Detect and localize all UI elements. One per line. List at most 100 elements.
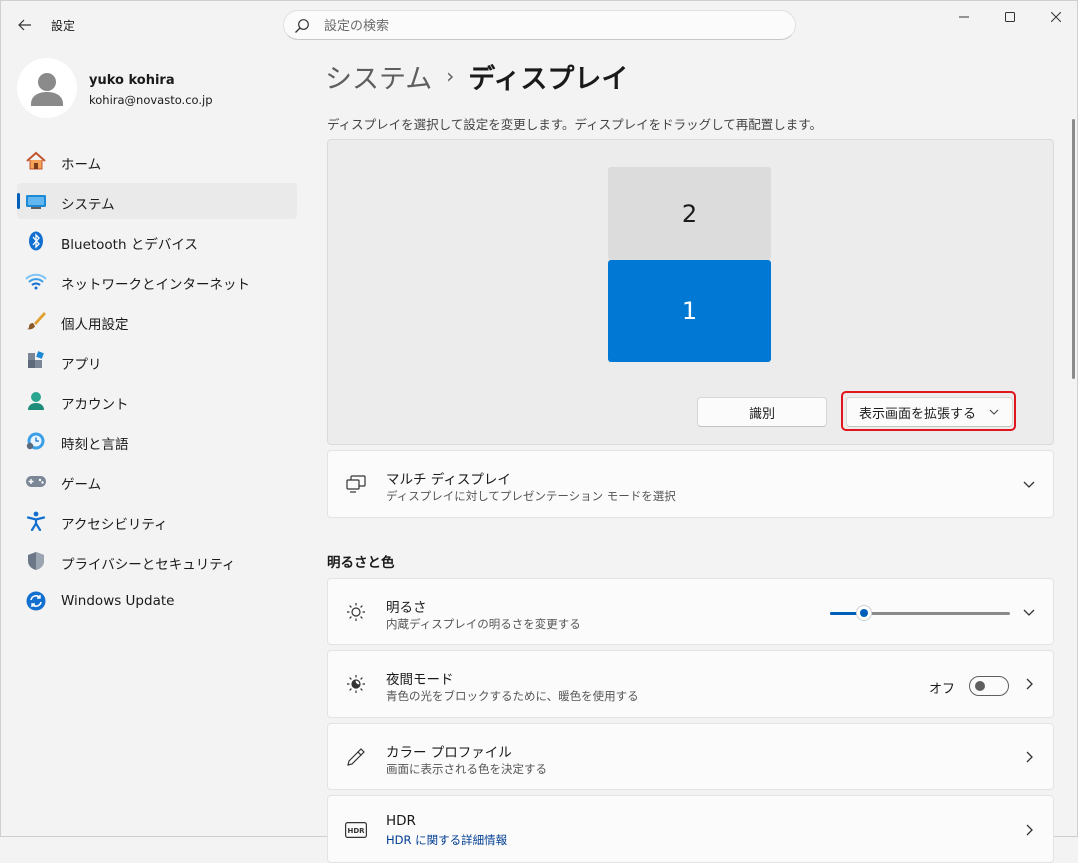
hdr-icon: HDR	[344, 818, 368, 842]
user-name: yuko kohira	[89, 73, 175, 88]
hdr-title: HDR	[386, 813, 416, 829]
wifi-icon	[25, 271, 47, 291]
user-email: kohira@novasto.co.jp	[89, 93, 213, 107]
chevron-right-icon[interactable]	[1021, 676, 1037, 692]
time-language-icon	[25, 431, 47, 451]
night-light-title: 夜間モード	[386, 672, 454, 688]
color-profile-card[interactable]: カラー プロファイル 画面に表示される色を決定する	[327, 723, 1054, 790]
sidebar-item-label: アカウント	[61, 397, 129, 413]
sidebar-item-label: アプリ	[61, 357, 102, 373]
brightness-card[interactable]: 明るさ 内蔵ディスプレイの明るさを変更する	[327, 578, 1054, 645]
system-icon	[25, 191, 47, 211]
multi-display-icon	[344, 472, 368, 496]
search-box[interactable]	[283, 10, 796, 40]
sidebar-item-accounts[interactable]: アカウント	[17, 383, 297, 419]
sidebar-item-label: システム	[61, 197, 115, 213]
sun-icon	[344, 600, 368, 624]
sidebar-item-gaming[interactable]: ゲーム	[17, 463, 297, 499]
sidebar-item-home[interactable]: ホーム	[17, 143, 297, 179]
svg-text:HDR: HDR	[347, 827, 365, 835]
sidebar-item-label: プライバシーとセキュリティ	[61, 557, 236, 573]
color-profile-subtitle: 画面に表示される色を決定する	[386, 762, 547, 776]
maximize-button[interactable]	[987, 1, 1033, 33]
sidebar-item-system[interactable]: システム	[17, 183, 297, 219]
night-light-state: オフ	[928, 682, 955, 697]
sidebar-item-label: 時刻と言語	[61, 437, 129, 453]
chevron-right-icon[interactable]	[1021, 749, 1037, 765]
settings-window: 設定 yuko kohira kohira@novasto.co.jp	[0, 0, 1078, 863]
brightness-title: 明るさ	[386, 600, 427, 616]
shield-icon	[25, 551, 47, 571]
breadcrumb: システム › ディスプレイ	[325, 57, 628, 96]
minimize-icon	[959, 16, 969, 18]
color-profile-title: カラー プロファイル	[386, 745, 512, 761]
sidebar-item-privacy-security[interactable]: プライバシーとセキュリティ	[17, 543, 297, 579]
multi-display-title: マルチ ディスプレイ	[386, 472, 511, 488]
sidebar-item-windows-update[interactable]: Windows Update	[17, 583, 297, 619]
night-light-icon	[344, 672, 368, 696]
display-mode-value: 表示画面を拡張する	[859, 406, 977, 422]
display-arrangement-panel: 2 1 識別 表示画面を拡張する	[327, 139, 1054, 445]
close-button[interactable]	[1033, 1, 1078, 33]
chevron-down-icon[interactable]	[1021, 476, 1037, 492]
back-button[interactable]	[13, 13, 37, 37]
bluetooth-icon	[25, 231, 47, 251]
update-icon	[25, 591, 47, 611]
brightness-subtitle: 内蔵ディスプレイの明るさを変更する	[386, 617, 581, 631]
slider-thumb[interactable]	[856, 605, 872, 621]
night-light-card[interactable]: 夜間モード 青色の光をブロックするために、暖色を使用する オフ	[327, 650, 1054, 718]
search-input[interactable]	[322, 16, 766, 36]
gamepad-icon	[25, 471, 47, 491]
scrollbar[interactable]	[1072, 119, 1075, 379]
accessibility-icon	[25, 511, 47, 531]
hdr-card[interactable]: HDR HDR HDR に関する詳細情報	[327, 795, 1054, 863]
sidebar-item-label: ゲーム	[61, 477, 102, 493]
sidebar-item-accessibility[interactable]: アクセシビリティ	[17, 503, 297, 539]
page-title: ディスプレイ	[468, 64, 629, 95]
monitor-2[interactable]: 2	[608, 167, 771, 260]
sidebar-item-label: ホーム	[61, 157, 102, 173]
brush-icon	[25, 311, 47, 331]
eyedropper-icon	[344, 745, 368, 769]
chevron-down-icon[interactable]	[1021, 604, 1037, 620]
apps-icon	[25, 351, 47, 371]
sidebar-nav: ホーム システム Bluetooth とデバイス ネットワークとインターネット …	[17, 143, 297, 623]
title-bar: 設定	[1, 1, 1078, 49]
user-avatar-icon	[31, 73, 63, 106]
app-title: 設定	[51, 19, 76, 33]
hdr-info-link[interactable]: HDR に関する詳細情報	[386, 832, 507, 848]
sidebar-item-bluetooth[interactable]: Bluetooth とデバイス	[17, 223, 297, 259]
minimize-button[interactable]	[941, 1, 987, 33]
back-arrow-icon	[18, 19, 31, 31]
sidebar-item-label: Bluetooth とデバイス	[61, 237, 198, 253]
sidebar-item-network[interactable]: ネットワークとインターネット	[17, 263, 297, 299]
home-icon	[25, 151, 47, 171]
multi-display-subtitle: ディスプレイに対してプレゼンテーション モードを選択	[386, 489, 676, 503]
search-icon	[295, 19, 309, 33]
display-mode-dropdown[interactable]: 表示画面を拡張する	[846, 397, 1013, 427]
sidebar-item-label: 個人用設定	[61, 317, 129, 333]
close-icon	[1051, 12, 1061, 22]
night-light-toggle[interactable]	[969, 676, 1009, 696]
sidebar-item-time-language[interactable]: 時刻と言語	[17, 423, 297, 459]
toggle-knob	[975, 681, 985, 691]
section-heading-brightness-color: 明るさと色	[327, 555, 395, 571]
monitor-1[interactable]: 1	[608, 260, 771, 362]
sidebar-item-label: Windows Update	[61, 593, 175, 609]
identify-button[interactable]: 識別	[697, 397, 827, 427]
maximize-icon	[1005, 12, 1015, 22]
chevron-down-icon	[989, 409, 999, 415]
breadcrumb-separator: ›	[446, 63, 455, 88]
arrangement-description: ディスプレイを選択して設定を変更します。ディスプレイをドラッグして再配置します。	[327, 117, 823, 132]
night-light-subtitle: 青色の光をブロックするために、暖色を使用する	[386, 689, 639, 703]
sidebar-item-label: ネットワークとインターネット	[61, 277, 250, 293]
chevron-right-icon[interactable]	[1021, 822, 1037, 838]
sidebar-item-label: アクセシビリティ	[61, 517, 168, 533]
sidebar-item-personalization[interactable]: 個人用設定	[17, 303, 297, 339]
avatar	[17, 58, 77, 118]
brightness-slider[interactable]	[830, 605, 1010, 621]
sidebar-item-apps[interactable]: アプリ	[17, 343, 297, 379]
multi-display-card[interactable]: マルチ ディスプレイ ディスプレイに対してプレゼンテーション モードを選択	[327, 450, 1054, 518]
account-icon	[25, 391, 47, 411]
breadcrumb-parent-link[interactable]: システム	[325, 57, 432, 96]
